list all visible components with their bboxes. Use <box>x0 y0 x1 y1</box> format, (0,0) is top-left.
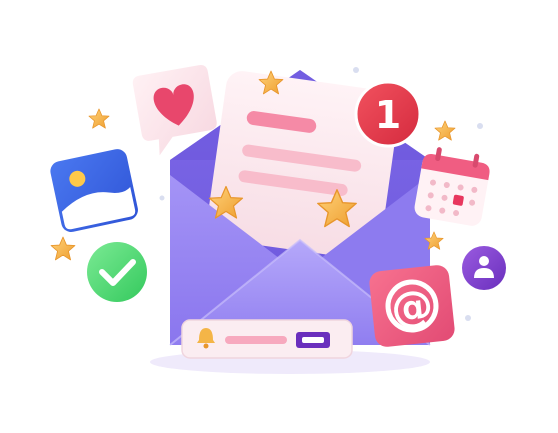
notification-badge: 1 <box>354 80 422 148</box>
star-icon <box>50 236 76 261</box>
user-icon <box>462 246 506 290</box>
star-icon <box>88 108 110 129</box>
image-icon <box>50 149 138 233</box>
illustration-canvas: 1 @ <box>50 65 506 374</box>
star-icon <box>434 120 456 141</box>
checkmark-icon <box>87 242 147 302</box>
calendar-icon <box>414 147 490 226</box>
email-illustration: 1 @ <box>0 0 558 433</box>
at-sign-icon: @ <box>389 280 436 333</box>
notification-bar <box>181 319 353 359</box>
at-sign-card: @ <box>369 265 455 347</box>
notification-count: 1 <box>375 93 401 137</box>
